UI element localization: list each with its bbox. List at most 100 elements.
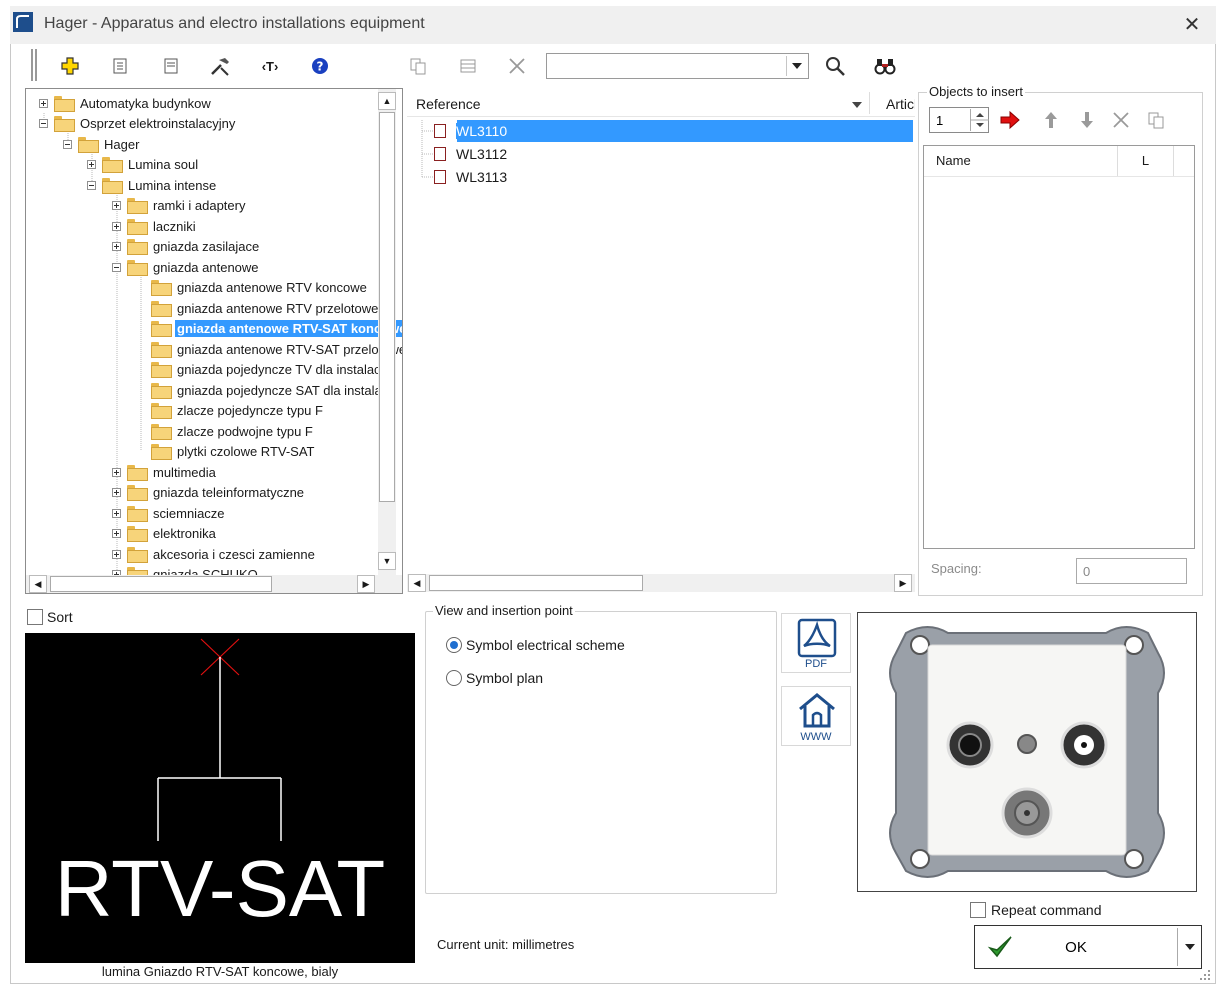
scroll-thumb[interactable] (379, 112, 395, 502)
tree-item-selected[interactable]: gniazda antenowe RTV-SAT koncowe (136, 318, 402, 338)
scroll-left-icon[interactable]: ◀ (29, 575, 47, 593)
text-tag-icon[interactable]: ‹T› (257, 53, 283, 79)
copy-icon[interactable] (1143, 107, 1169, 133)
www-button[interactable]: WWW (781, 686, 851, 746)
tree-item[interactable]: sciemniacze (112, 503, 227, 523)
repeat-command-checkbox[interactable] (970, 902, 986, 918)
tree-item[interactable]: Hager (63, 134, 141, 154)
folder-icon (127, 260, 148, 276)
scroll-left-icon[interactable]: ◀ (408, 574, 426, 592)
tree-item[interactable]: gniazda antenowe (112, 257, 261, 277)
tree-vscrollbar[interactable]: ▲ ▼ (378, 89, 396, 575)
symbol-plan-label[interactable]: Symbol plan (466, 670, 543, 686)
column-header-l[interactable]: L (1118, 146, 1174, 176)
tree-item[interactable]: multimedia (112, 462, 218, 482)
component-icon (434, 170, 446, 184)
tree-item[interactable]: plytki czolowe RTV-SAT (136, 441, 317, 461)
delete-icon[interactable] (504, 53, 530, 79)
scroll-right-icon[interactable]: ▶ (894, 574, 912, 592)
folder-icon (127, 547, 148, 563)
reference-hscrollbar[interactable]: ◀ ▶ (407, 574, 915, 592)
view-insertion-group (425, 611, 777, 894)
chevron-down-icon[interactable] (1177, 928, 1201, 966)
folder-icon (78, 137, 99, 153)
pdf-label: PDF (805, 658, 827, 670)
tree-item[interactable]: gniazda pojedyncze SAT dla instalacji (136, 380, 396, 400)
arrow-down-icon[interactable] (1074, 107, 1100, 133)
column-header-name[interactable]: Name (936, 146, 1118, 176)
tree-item[interactable]: gniazda pojedyncze TV dla instalacji (136, 359, 388, 379)
column-header-article[interactable]: Article (886, 96, 915, 112)
chevron-down-icon[interactable] (786, 56, 806, 76)
chevron-down-icon[interactable] (847, 96, 867, 114)
toolbar-grip[interactable] (31, 49, 37, 81)
symbol-scheme-label[interactable]: Symbol electrical scheme (466, 637, 625, 653)
tree-item[interactable]: Osprzet elektroinstalacyjny (39, 113, 237, 133)
tree-item[interactable]: Lumina soul (87, 154, 200, 174)
tree-item[interactable]: gniazda teleinformatyczne (112, 482, 306, 502)
svg-text:?: ? (317, 60, 324, 74)
tree-hscrollbar[interactable]: ◀ ▶ (26, 575, 402, 593)
close-icon[interactable]: ✕ (1180, 14, 1204, 38)
scroll-up-icon[interactable]: ▲ (378, 92, 396, 110)
tree-item[interactable]: elektronika (112, 523, 218, 543)
quantity-input[interactable] (934, 111, 964, 129)
page-icon[interactable] (158, 53, 184, 79)
help-icon[interactable]: ? (307, 53, 333, 79)
tools-icon[interactable] (207, 53, 233, 79)
component-icon (434, 124, 446, 138)
folder-icon (127, 239, 148, 255)
folder-icon (102, 178, 123, 194)
tree-item[interactable]: gniazda antenowe RTV przelotowe (136, 298, 380, 318)
symbol-preview: RTV-SAT (25, 633, 415, 963)
ok-button[interactable]: OK (975, 926, 1177, 968)
arrow-right-icon[interactable] (997, 107, 1023, 133)
tree-item[interactable]: gniazda zasilajace (112, 236, 261, 256)
add-icon[interactable] (57, 53, 83, 79)
tree-item[interactable]: laczniki (112, 216, 198, 236)
arrow-up-icon[interactable] (1038, 107, 1064, 133)
search-icon[interactable] (822, 53, 848, 79)
reference-item[interactable]: WL3110 (434, 121, 508, 141)
folder-icon (127, 219, 148, 235)
spacing-input[interactable] (1076, 558, 1187, 584)
folder-icon (151, 280, 172, 296)
grid-icon[interactable] (455, 53, 481, 79)
pdf-button[interactable]: PDF (781, 613, 851, 673)
category-tree[interactable]: Automatyka budynkow Osprzet elektroinsta… (25, 88, 403, 594)
scroll-down-icon[interactable]: ▼ (378, 552, 396, 570)
sort-checkbox[interactable] (27, 609, 43, 625)
quantity-spin-buttons[interactable] (970, 109, 989, 131)
tree-item[interactable]: zlacze pojedyncze typu F (136, 400, 325, 420)
copy-icon[interactable] (405, 53, 431, 79)
scroll-thumb[interactable] (50, 576, 272, 592)
search-combo[interactable] (546, 53, 809, 79)
scroll-thumb[interactable] (429, 575, 643, 591)
reference-item[interactable]: WL3113 (434, 167, 507, 187)
binoculars-icon[interactable] (872, 53, 898, 79)
view-insertion-legend: View and insertion point (433, 603, 575, 618)
resize-grip-icon[interactable] (1196, 966, 1212, 982)
sheet-icon[interactable] (107, 53, 133, 79)
symbol-plan-radio[interactable] (446, 670, 462, 686)
folder-icon (151, 362, 172, 378)
tree-item[interactable]: ramki i adaptery (112, 195, 247, 215)
tree-item[interactable]: akcesoria i czesci zamienne (112, 544, 317, 564)
scroll-right-icon[interactable]: ▶ (357, 575, 375, 593)
tree-item[interactable]: Lumina intense (87, 175, 218, 195)
current-unit: Current unit: millimetres (437, 937, 575, 952)
reference-item[interactable]: WL3112 (434, 144, 507, 164)
ok-split-button[interactable]: OK (974, 925, 1202, 969)
tree-item[interactable]: gniazda antenowe RTV koncowe (136, 277, 369, 297)
reference-list[interactable]: Reference Article WL3110 WL3112 WL3113 ◀… (407, 88, 915, 594)
symbol-scheme-radio[interactable] (446, 637, 462, 653)
tree-item[interactable]: gniazda antenowe RTV-SAT przelotowe (136, 339, 402, 359)
component-icon (434, 147, 446, 161)
delete-icon[interactable] (1108, 107, 1134, 133)
objects-table[interactable]: Name L (923, 145, 1195, 549)
search-input[interactable] (549, 56, 784, 76)
tree-item[interactable]: Automatyka budynkow (39, 93, 213, 113)
tree-item[interactable]: zlacze podwojne typu F (136, 421, 315, 441)
folder-icon (127, 198, 148, 214)
column-divider[interactable] (869, 92, 870, 114)
